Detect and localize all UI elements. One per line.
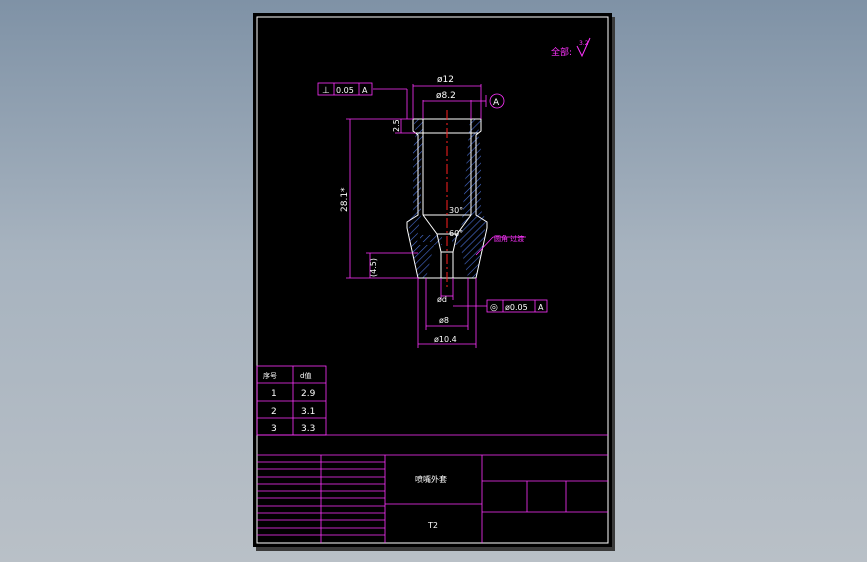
size-table-row-no: 2 [271,407,277,417]
fillet-note: 圆角 过渡 [494,234,524,243]
dim-bottom-8: ø8 [439,316,449,325]
dim-angle-60: 60° [449,229,463,238]
conc-value: ø0.05 [505,303,528,312]
size-table-row-no: 1 [271,389,277,399]
dim-body-length: 28.1* [340,187,350,212]
roughness-value: 3.2 [579,40,589,47]
concentricity-icon: ◎ [490,303,498,313]
dim-bottom-height: (4.5) [369,258,378,277]
conc-datum: A [538,303,544,312]
part-name: 喷嘴外套 [415,474,447,484]
dim-orifice: ød [437,295,447,304]
material: T2 [427,521,438,530]
drawing-sheet [253,13,612,547]
part-view [406,110,488,290]
cad-viewport: 全部: 3.2 ø12 ø8.2 A 2.5 28.1* (4.5) 30° 6… [253,13,615,551]
size-table-row-d: 3.3 [301,424,315,434]
datum-label: A [493,98,500,108]
size-table-header-d: d值 [300,371,311,380]
size-table-header-no: 序号 [263,371,277,380]
dim-inner-top: ø8.2 [436,91,456,101]
size-table-row-no: 3 [271,424,277,434]
perp-value: 0.05 [336,86,354,95]
perp-datum: A [362,86,368,95]
dim-bottom-104: ø10.4 [434,335,457,344]
size-table-row-d: 3.1 [301,407,315,417]
perp-icon: ⊥ [322,86,330,96]
dim-angle-30: 30° [449,206,463,215]
dim-flange: 2.5 [392,119,401,132]
size-table-row-d: 2.9 [301,389,316,399]
dim-outer-top: ø12 [437,75,454,85]
roughness-note: 全部: [551,46,572,58]
